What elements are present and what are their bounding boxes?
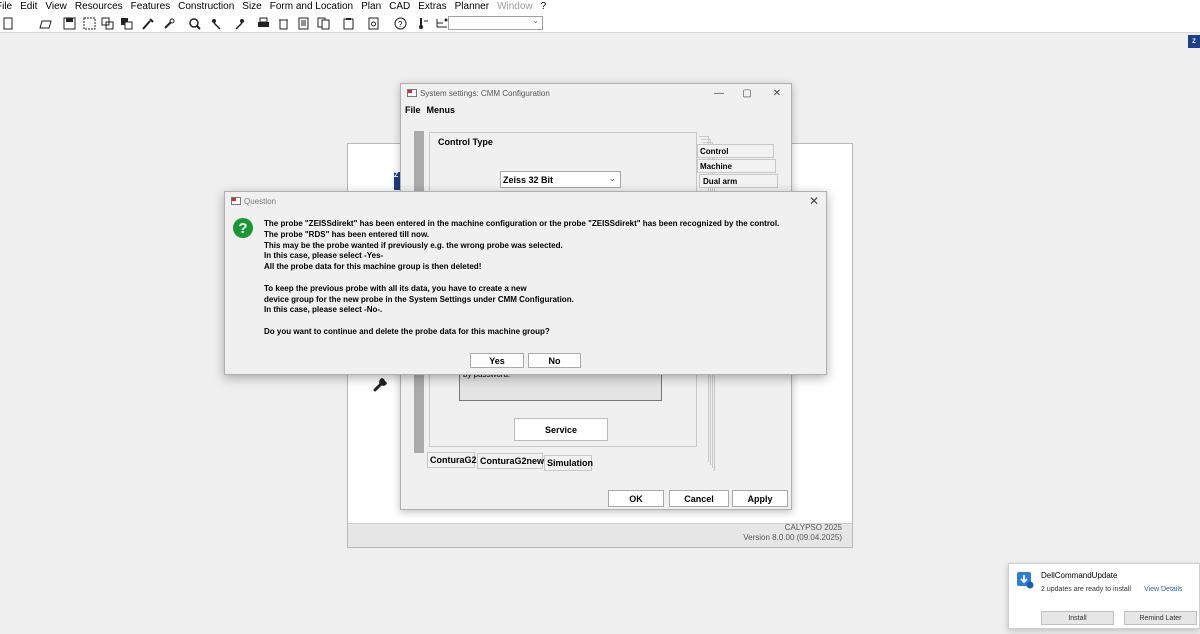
menu-window[interactable]: Window: [497, 1, 533, 12]
menu-resources[interactable]: Resources: [75, 1, 123, 12]
control-type-select[interactable]: Zeiss 32 Bit ⌄: [500, 171, 621, 188]
yes-button[interactable]: Yes: [470, 353, 524, 368]
report-icon[interactable]: [366, 16, 380, 30]
control-type-label: Control Type: [436, 137, 495, 147]
select-icon[interactable]: [82, 16, 96, 30]
message-line: In this case, please select -Yes-: [264, 251, 384, 261]
close-icon[interactable]: ✕: [767, 87, 787, 101]
copy-list-icon[interactable]: [316, 16, 330, 30]
app-icon: [407, 89, 417, 97]
app-icon: [231, 197, 241, 205]
menu-bar: File Edit View Resources Features Constructio…: [0, 0, 1200, 13]
window-menu-bar: File Menus: [405, 105, 461, 115]
toolbar: ⌄ ?: [0, 13, 1200, 33]
message-line: Do you want to continue and delete the p…: [264, 326, 550, 336]
update-notification: DellCommandUpdate 2 updates are ready to…: [1008, 563, 1200, 629]
menu-file[interactable]: File: [0, 1, 12, 12]
window-title: System settings: CMM Configuration: [420, 89, 550, 98]
menu-construction[interactable]: Construction: [178, 1, 234, 12]
message-line: The probe "ZEISSdirekt" has been entered…: [264, 219, 780, 228]
control-type-value: Zeiss 32 Bit: [503, 175, 554, 185]
list-icon[interactable]: [296, 16, 310, 30]
save-icon[interactable]: [62, 16, 76, 30]
menu-form-and-location[interactable]: Form and Location: [270, 1, 353, 12]
message-line: In this case, please select -No-.: [264, 305, 383, 315]
version-info: CALYPSO 2025 Version 8.0.00 (09.04.2025): [743, 523, 842, 543]
minimize-icon[interactable]: —: [709, 87, 729, 101]
notification-message: 2 updates are ready to install: [1041, 586, 1131, 593]
dialog-title: Question: [244, 197, 277, 206]
menu-size[interactable]: Size: [242, 1, 261, 12]
tab-control[interactable]: Control: [697, 144, 774, 158]
tree-icon[interactable]: [434, 16, 448, 30]
paste-icon[interactable]: [119, 16, 133, 30]
close-icon[interactable]: ✕: [806, 194, 822, 208]
clipboard-icon[interactable]: [341, 16, 355, 30]
service-button[interactable]: Service: [514, 418, 608, 441]
remind-later-button[interactable]: Remind Later: [1124, 611, 1197, 625]
chevron-down-icon: ⌄: [532, 16, 539, 25]
question-dialog: Question ✕ ? The probe "ZEISSdirekt" has…: [224, 191, 827, 375]
notification-title: DellCommandUpdate: [1041, 571, 1118, 580]
tab-dual-arm[interactable]: Dual arm: [699, 174, 778, 188]
menu-cad[interactable]: CAD: [389, 1, 410, 12]
message-line: All the probe data for this machine grou…: [264, 262, 482, 272]
menu-features[interactable]: Features: [131, 1, 170, 12]
menu-edit[interactable]: Edit: [20, 1, 37, 12]
install-button[interactable]: Install: [1041, 611, 1114, 625]
new-icon[interactable]: [0, 16, 14, 30]
probe-icon[interactable]: [209, 16, 223, 30]
menu-view[interactable]: View: [45, 1, 67, 12]
cancel-button[interactable]: Cancel: [669, 490, 729, 507]
message-line: The probe "RDS" has been entered till no…: [264, 229, 430, 239]
tab-conturag2new[interactable]: ConturaG2new: [477, 453, 544, 469]
print-icon[interactable]: [256, 16, 270, 30]
chevron-down-icon: ⌄: [608, 173, 616, 183]
open-icon[interactable]: [38, 16, 52, 30]
ok-button[interactable]: OK: [608, 490, 664, 507]
view-details-link[interactable]: View Details: [1144, 586, 1182, 593]
probe-alt-icon[interactable]: [232, 16, 246, 30]
menu-plan[interactable]: Plan: [361, 1, 381, 12]
tab-machine[interactable]: Machine: [697, 159, 776, 173]
version-product: CALYPSO 2025: [784, 523, 842, 532]
temperature-icon[interactable]: [415, 16, 429, 30]
apply-button[interactable]: Apply: [732, 490, 788, 507]
message-line: To keep the previous probe with all its …: [264, 283, 527, 293]
menu-planner[interactable]: Planner: [455, 1, 489, 12]
message-line: This may be the probe wanted if previous…: [264, 240, 563, 250]
question-icon: ?: [233, 218, 253, 238]
tab-conturag2[interactable]: ConturaG2: [427, 452, 477, 468]
brush-icon[interactable]: [140, 16, 154, 30]
zeiss-logo-icon[interactable]: Z: [1188, 35, 1200, 48]
menu-extras[interactable]: Extras: [418, 1, 446, 12]
maximize-icon[interactable]: ▢: [737, 87, 757, 101]
copy-icon[interactable]: [100, 16, 114, 30]
question-message: The probe "ZEISSdirekt" has been entered…: [264, 219, 824, 338]
message-line: [264, 316, 824, 327]
dell-update-icon: [1017, 572, 1034, 589]
version-number: Version 8.0.00 (09.04.2025): [743, 533, 842, 542]
menu-menus[interactable]: Menus: [427, 105, 456, 115]
toolbar-combo[interactable]: ⌄: [448, 16, 543, 30]
window-titlebar[interactable]: System settings: CMM Configuration — ▢ ✕: [401, 84, 791, 103]
delete-icon[interactable]: [276, 16, 290, 30]
message-line: device group for the new probe in the Sy…: [264, 294, 574, 304]
message-line: [264, 273, 824, 284]
no-button[interactable]: No: [528, 353, 581, 368]
wrench-icon[interactable]: [372, 373, 392, 393]
search-icon[interactable]: [187, 16, 201, 30]
tool-icon[interactable]: [161, 16, 175, 30]
tab-simulation[interactable]: Simulation: [544, 455, 593, 471]
menu-help[interactable]: ?: [541, 1, 547, 12]
menu-file[interactable]: File: [405, 105, 421, 115]
help-icon[interactable]: ?: [393, 16, 407, 30]
svg-text:?: ?: [398, 20, 403, 29]
